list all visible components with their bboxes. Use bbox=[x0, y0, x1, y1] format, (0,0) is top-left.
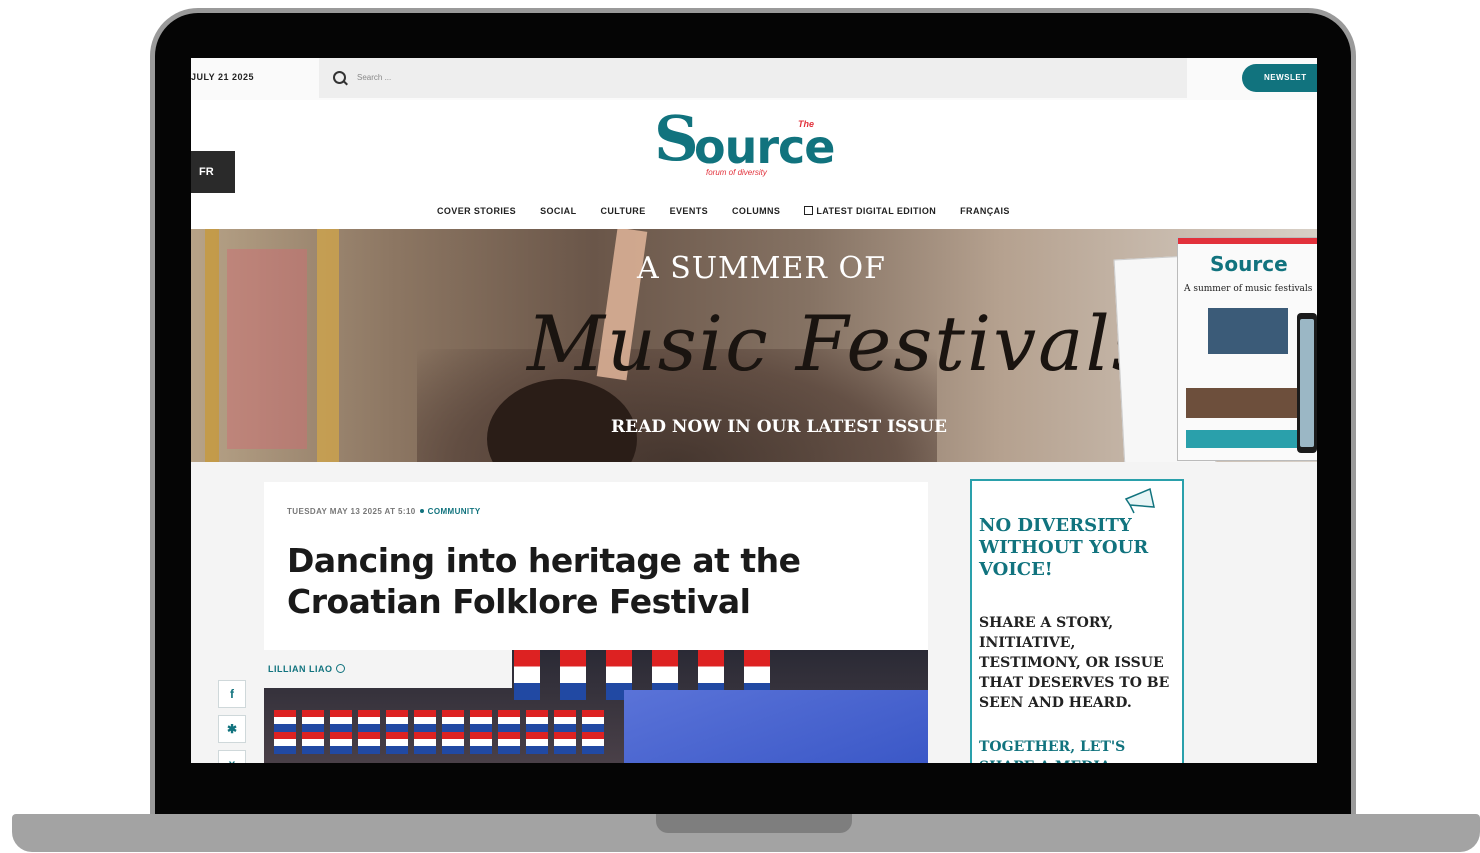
language-fr-button[interactable]: FR bbox=[191, 151, 235, 193]
flag-bunting bbox=[274, 710, 604, 754]
newspaper-logo: Source bbox=[1210, 252, 1288, 276]
article-meta: TUESDAY MAY 13 2025 AT 5:10 COMMUNITY bbox=[287, 507, 481, 516]
main-nav: COVER STORIES SOCIAL CULTURE EVENTS COLU… bbox=[437, 206, 1010, 216]
author-name[interactable]: LILLIAN LIAO bbox=[268, 664, 345, 674]
logo-tagline: forum of diversity bbox=[706, 168, 767, 177]
newspaper-title: A summer of music festivals bbox=[1184, 284, 1313, 294]
promo-box[interactable]: NO DIVERSITY WITHOUT YOUR VOICE! SHARE A… bbox=[970, 479, 1184, 763]
banner-script-title: Music Festivals bbox=[527, 299, 1153, 388]
newspaper-photo bbox=[1186, 388, 1306, 418]
nav-cover-stories[interactable]: COVER STORIES bbox=[437, 206, 516, 216]
promo-headline: NO DIVERSITY WITHOUT YOUR VOICE! bbox=[979, 515, 1149, 580]
browser-screen: JULY 21 2025 Search ... NEWSLET FR S our… bbox=[191, 58, 1317, 763]
laptop-notch bbox=[656, 814, 852, 833]
current-date: JULY 21 2025 bbox=[191, 72, 255, 82]
banner-cta[interactable]: READ NOW IN OUR LATEST ISSUE bbox=[611, 417, 947, 437]
nav-culture[interactable]: CULTURE bbox=[600, 206, 645, 216]
nav-events[interactable]: EVENTS bbox=[670, 206, 708, 216]
site-logo[interactable]: S ource The forum of diversity bbox=[654, 108, 854, 178]
logo-wordmark: ource bbox=[694, 120, 836, 174]
promo-body: SHARE A STORY, INITIATIVE, TESTIMONY, OR… bbox=[979, 615, 1170, 711]
logo-the: The bbox=[798, 119, 815, 129]
author-tag: LILLIAN LIAO bbox=[256, 650, 512, 688]
search-icon[interactable] bbox=[333, 71, 346, 84]
meta-dot bbox=[419, 509, 424, 513]
nav-social[interactable]: SOCIAL bbox=[540, 206, 576, 216]
newspaper-header-stripe bbox=[1178, 238, 1317, 244]
top-bar: JULY 21 2025 Search ... NEWSLET bbox=[191, 58, 1317, 100]
logo-s-mark: S bbox=[654, 102, 699, 175]
nav-columns[interactable]: COLUMNS bbox=[732, 206, 780, 216]
article-card: TUESDAY MAY 13 2025 AT 5:10 COMMUNITY Dan… bbox=[256, 482, 928, 763]
article-date: TUESDAY MAY 13 2025 AT 5:10 bbox=[287, 507, 416, 516]
nav-latest-digital-edition[interactable]: LATEST DIGITAL EDITION bbox=[804, 206, 936, 216]
search-bar[interactable]: Search ... bbox=[319, 58, 1187, 98]
facebook-share-button[interactable]: f bbox=[218, 680, 246, 708]
author-icon bbox=[335, 664, 345, 673]
newspaper-icon bbox=[804, 206, 814, 215]
hero-banner[interactable]: A SUMMER OF Music Festivals READ NOW IN … bbox=[191, 229, 1317, 462]
search-input[interactable]: Search ... bbox=[357, 73, 391, 82]
newspaper-preview: Source A summer of music festivals bbox=[1177, 237, 1317, 461]
nav-francais[interactable]: FRANÇAIS bbox=[960, 206, 1010, 216]
banner-pole bbox=[205, 229, 219, 462]
phone-preview bbox=[1297, 313, 1317, 453]
banner-pole bbox=[317, 229, 339, 462]
promo-cta: TOGETHER, LET'S SHAPE A MEDIA bbox=[979, 739, 1126, 763]
article-title[interactable]: Dancing into heritage at the Croatian Fo… bbox=[287, 540, 847, 622]
twitter-share-button[interactable]: x bbox=[218, 750, 246, 763]
site-header: FR S ource The forum of diversity COVER … bbox=[191, 100, 1317, 230]
photo-stage-light bbox=[624, 690, 928, 763]
banner-tent bbox=[227, 249, 307, 449]
banner-headline: A SUMMER OF bbox=[637, 251, 886, 286]
newspaper-photo bbox=[1208, 308, 1288, 354]
bluesky-share-button[interactable]: ✱ bbox=[218, 715, 246, 743]
article-category[interactable]: COMMUNITY bbox=[428, 507, 481, 516]
newsletter-button[interactable]: NEWSLET bbox=[1242, 64, 1317, 92]
newspaper-footer bbox=[1186, 430, 1306, 448]
megaphone-icon bbox=[1124, 487, 1155, 514]
